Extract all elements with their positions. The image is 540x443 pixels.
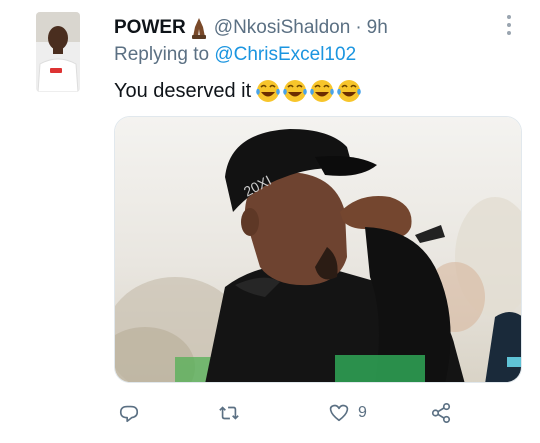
tweet[interactable]: POWER @NkosiShaldon · 9h Replying to @Ch… (0, 0, 540, 443)
replying-to-handle[interactable]: @ChrisExcel102 (214, 44, 356, 65)
tweet-text-body: You deserved it (114, 79, 252, 102)
more-options-icon[interactable] (506, 14, 512, 36)
tears-of-joy-emoji (256, 80, 280, 102)
retweet-icon (219, 406, 239, 420)
separator-dot: · (355, 17, 362, 38)
folded-hands-emoji (191, 18, 206, 39)
comment-icon (119, 405, 139, 423)
share-icon (431, 403, 451, 423)
tears-of-joy-emoji (310, 80, 334, 102)
tweet-actions: 9 (114, 398, 454, 428)
tweet-header: POWER @NkosiShaldon · 9h (114, 14, 510, 42)
like-button[interactable]: 9 (328, 398, 367, 428)
tears-of-joy-emoji (283, 80, 307, 102)
heart-icon (329, 404, 349, 422)
tweet-media-photo[interactable]: 20XI (114, 116, 522, 383)
tears-of-joy-emoji (337, 80, 361, 102)
like-count: 9 (358, 404, 367, 421)
tweet-timestamp[interactable]: 9h (367, 17, 388, 39)
share-button[interactable] (430, 398, 452, 428)
golfer-photo: 20XI (115, 117, 521, 382)
tweet-text: You deserved it (114, 78, 362, 104)
retweet-button[interactable] (218, 398, 240, 428)
replying-prefix: Replying to (114, 44, 210, 65)
reply-button[interactable] (118, 398, 140, 428)
avatar-image (36, 12, 80, 92)
display-name[interactable]: POWER (114, 17, 186, 39)
user-handle[interactable]: @NkosiShaldon (214, 17, 351, 39)
avatar[interactable] (36, 12, 80, 92)
emoji-row (255, 78, 362, 104)
replying-to-line: Replying to @ChrisExcel102 (114, 44, 356, 66)
